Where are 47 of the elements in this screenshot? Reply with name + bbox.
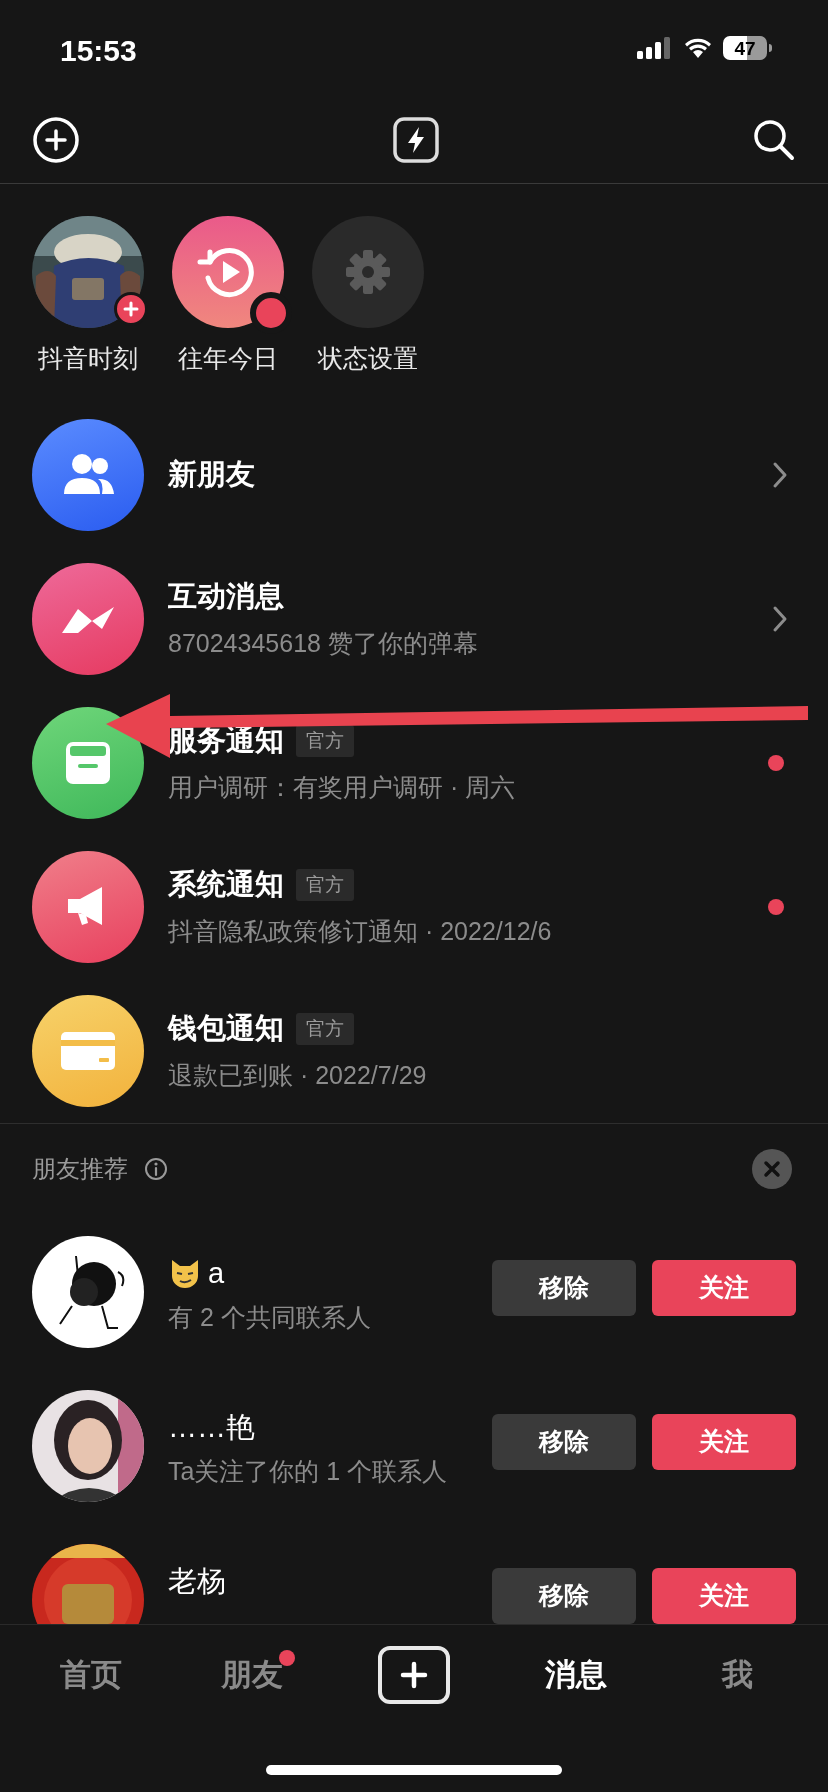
search-icon[interactable] <box>752 117 796 162</box>
create-button[interactable] <box>378 1646 450 1704</box>
contact-reason: Ta关注了你的 1 个联系人 <box>168 1456 449 1487</box>
signal-icon <box>637 37 673 59</box>
remove-button[interactable]: 移除 <box>492 1413 636 1470</box>
message-title: 新朋友 <box>168 456 255 492</box>
status-time: 15:53 <box>60 32 137 69</box>
message-preview: 用户调研：有奖用户调研 · 周六 <box>168 771 517 803</box>
message-row[interactable]: 新朋友 <box>0 402 828 547</box>
message-preview: 退款已到账 · 2022/7/29 <box>168 1059 428 1091</box>
close-button[interactable] <box>752 1148 792 1189</box>
contact-name: a <box>208 1255 225 1291</box>
story-label[interactable]: 状态设置 <box>318 340 418 378</box>
message-title: 钱包通知 <box>168 1011 284 1046</box>
add-icon[interactable] <box>32 115 80 164</box>
close-icon[interactable] <box>763 1159 781 1178</box>
message-title: 服务通知 <box>168 723 284 758</box>
message-row[interactable]: 系统通知 官方 抖音隐私政策修订通知 · 2022/12/6 <box>0 834 828 979</box>
follow-button[interactable]: 关注 <box>652 1413 796 1470</box>
story-label[interactable]: 抖音时刻 <box>38 340 138 378</box>
message-row[interactable]: 钱包通知 官方 退款已到账 · 2022/7/29 <box>0 978 828 1123</box>
plus-icon[interactable] <box>400 1661 428 1689</box>
tab[interactable]: 朋友 <box>221 1651 284 1699</box>
follow-button[interactable]: 关注 <box>652 1259 796 1316</box>
message-preview: 87024345618 赞了你的弹幕 <box>168 627 479 659</box>
contact-reason: 有 2 个共同联系人 <box>168 1302 372 1333</box>
wifi-icon <box>683 37 713 59</box>
remove-button[interactable]: 移除 <box>492 1567 636 1624</box>
follow-button[interactable]: 关注 <box>652 1567 796 1624</box>
message-title: 互动消息 <box>168 579 284 614</box>
battery-percent: 47 <box>734 38 756 58</box>
tab[interactable]: 首页 <box>59 1651 122 1699</box>
section-title: 朋友推荐 <box>32 1153 128 1184</box>
lightning-icon[interactable] <box>393 116 439 163</box>
message-title: 系统通知 <box>168 867 284 902</box>
message-preview: 抖音隐私政策修订通知 · 2022/12/6 <box>168 915 553 947</box>
official-badge: 官方 <box>296 724 354 757</box>
story-label[interactable]: 往年今日 <box>178 340 278 378</box>
tab[interactable]: 我 <box>721 1651 753 1699</box>
official-badge: 官方 <box>296 868 354 901</box>
info-icon[interactable] <box>144 1156 168 1181</box>
official-badge: 官方 <box>296 1012 354 1045</box>
message-row[interactable]: 互动消息 87024345618 赞了你的弹幕 <box>0 546 828 691</box>
tab[interactable]: 消息 <box>544 1651 607 1699</box>
contact-name: 老杨 <box>168 1563 226 1599</box>
contact-name: ……艳 <box>168 1409 255 1445</box>
remove-button[interactable]: 移除 <box>492 1259 636 1316</box>
